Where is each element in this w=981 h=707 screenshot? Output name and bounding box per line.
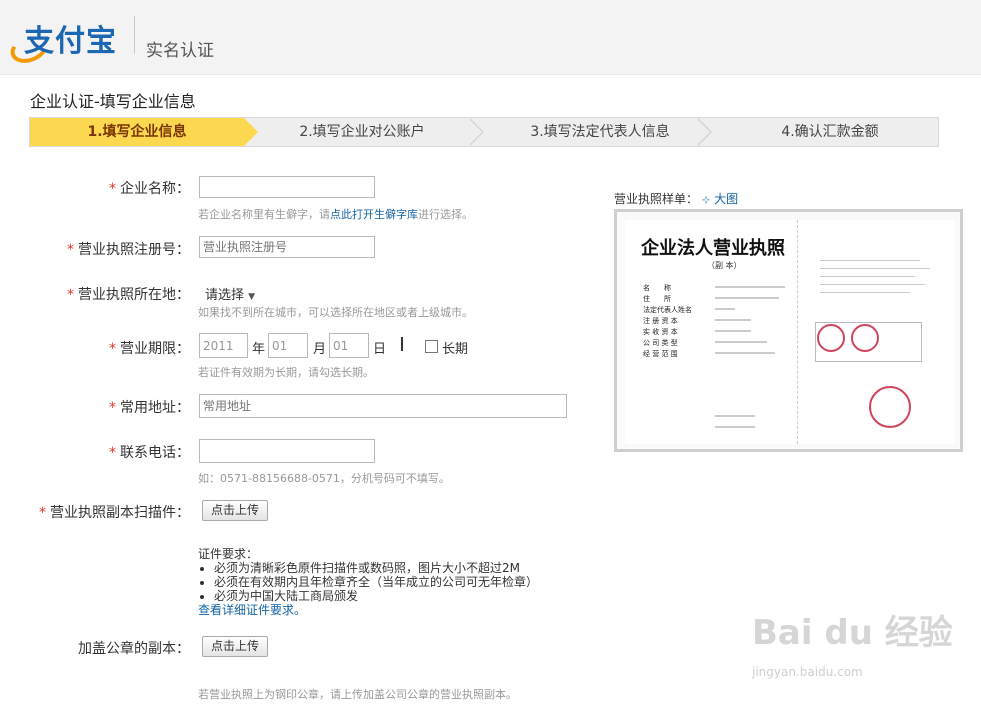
term-month-input[interactable] <box>268 333 308 358</box>
seal-stamp <box>851 324 879 352</box>
address-input[interactable] <box>199 394 567 418</box>
required-star: * <box>109 181 116 197</box>
blurred-text <box>715 426 755 428</box>
doc-row: 住 所 <box>643 295 671 303</box>
chevron-down-icon: ▼ <box>248 292 256 302</box>
scan-label: * 营业执照副本扫描件： <box>39 505 190 521</box>
stamped-copy-label: 加盖公章的副本： <box>78 641 190 657</box>
location-label: * 营业执照所在地： <box>67 287 190 303</box>
required-star: * <box>109 445 116 461</box>
blurred-text <box>820 284 925 285</box>
step-arrow-icon <box>697 119 710 145</box>
blurred-text <box>715 308 735 310</box>
blurred-text <box>715 352 775 354</box>
required-star: * <box>67 242 74 258</box>
required-star: * <box>39 505 46 521</box>
watermark-url: jingyan.baidu.com <box>752 665 863 679</box>
progress-steps: 1.填写企业信息 2.填写企业对公账户 3.填写法定代表人信息 4.确认汇款金额 <box>29 117 939 147</box>
alipay-logo[interactable]: 支付宝 <box>6 16 130 68</box>
doc-row: 名 称 <box>643 284 671 292</box>
requirement-item: 必须为中国大陆工商局颁发 <box>214 589 538 603</box>
long-term-checkbox[interactable] <box>425 340 438 353</box>
seal-stamp <box>817 324 845 352</box>
logo-text: 支付宝 <box>24 24 117 59</box>
zoom-icon: ⊹ <box>701 195 711 206</box>
company-seal-stamp <box>869 386 911 428</box>
month-unit: 月 <box>313 342 327 357</box>
long-term-label: 长期 <box>442 342 469 357</box>
top-header: 支付宝 实名认证 <box>0 0 981 75</box>
doc-title: 企业法人营业执照 <box>641 238 785 259</box>
header-divider <box>134 16 135 54</box>
company-name-hint: 若企业名称里有生僻字，请点此打开生僻字库进行选择。 <box>198 208 473 221</box>
term-day-input[interactable] <box>329 333 369 358</box>
requirements-box: 证件要求： 必须为清晰彩色原件扫描件或数码照，图片大小不超过2M 必须在有效期内… <box>198 547 538 617</box>
phone-input[interactable] <box>199 439 375 463</box>
stamped-copy-hint: 若营业执照上为钢印公章，请上传加盖公司公章的营业执照副本。 <box>198 688 517 701</box>
blurred-text <box>715 297 779 299</box>
blurred-text <box>820 276 915 277</box>
requirements-title: 证件要求： <box>198 547 259 561</box>
step-3: 3.填写法定代表人信息 <box>530 124 670 140</box>
term-hint: 若证件有效期为长期，请勾选长期。 <box>198 366 374 379</box>
blurred-text <box>715 319 751 321</box>
requirements-detail-link[interactable]: 查看详细证件要求。 <box>198 603 538 617</box>
step-1: 1.填写企业信息 <box>30 118 244 146</box>
doc-row: 公 司 类 型 <box>643 339 678 347</box>
blurred-text <box>820 260 920 261</box>
doc-row: 实 收 资 本 <box>643 328 678 336</box>
term-year-input[interactable] <box>199 333 248 358</box>
baidu-watermark: Bai du 经验 <box>752 613 953 653</box>
step-4: 4.确认汇款金额 <box>781 124 879 140</box>
requirement-item: 必须为清晰彩色原件扫描件或数码照，图片大小不超过2M <box>214 561 538 575</box>
blurred-text <box>715 330 751 332</box>
stamped-upload-button[interactable]: 点击上传 <box>202 636 269 657</box>
term-divider <box>401 337 403 351</box>
company-name-label: * 企业名称： <box>109 181 190 197</box>
step-2: 2.填写企业对公账户 <box>299 124 425 140</box>
sample-big-link[interactable]: ⊹ 大图 <box>702 192 738 206</box>
rare-char-link[interactable]: 点此打开生僻字库 <box>330 208 418 221</box>
blurred-text <box>715 415 755 417</box>
phone-label: * 联系电话： <box>109 445 190 461</box>
term-label: * 营业期限： <box>109 341 190 357</box>
required-star: * <box>67 287 74 303</box>
license-sample-doc: 企业法人营业执照 （副 本） 名 称 住 所 法定代表人姓名 注 册 资 本 实… <box>625 220 954 444</box>
company-name-input[interactable] <box>199 176 375 198</box>
blurred-text <box>820 268 930 269</box>
phone-hint: 如：0571-88156688-0571，分机号码可不填写。 <box>198 472 450 485</box>
blurred-text <box>715 286 785 288</box>
sample-image[interactable]: 企业法人营业执照 （副 本） 名 称 住 所 法定代表人姓名 注 册 资 本 实… <box>614 209 963 452</box>
day-unit: 日 <box>373 342 387 357</box>
required-star: * <box>109 341 116 357</box>
step-arrow-icon <box>244 118 258 146</box>
page-title: 企业认证-填写企业信息 <box>30 92 196 111</box>
doc-row: 法定代表人姓名 <box>643 306 692 314</box>
header-title: 实名认证 <box>146 41 214 61</box>
doc-row: 注 册 资 本 <box>643 317 678 325</box>
doc-row: 经 营 范 围 <box>643 350 678 358</box>
doc-subtitle: （副 本） <box>707 261 742 270</box>
location-hint: 如果找不到所在城市，可以选择所在地区或者上级城市。 <box>198 306 473 319</box>
step-arrow-icon <box>469 119 482 145</box>
scan-upload-button[interactable]: 点击上传 <box>202 500 269 521</box>
blurred-text <box>820 292 910 293</box>
required-star: * <box>109 400 116 416</box>
year-unit: 年 <box>252 342 266 357</box>
reg-number-input[interactable] <box>199 236 375 258</box>
location-select[interactable]: 请选择 ▼ <box>205 284 255 303</box>
page-fold <box>797 220 799 444</box>
requirement-item: 必须在有效期内且年检章齐全（当年成立的公司可无年检章） <box>214 575 538 589</box>
address-label: * 常用地址： <box>109 400 190 416</box>
blurred-text <box>715 341 767 343</box>
sample-label: 营业执照样单： ⊹ 大图 <box>614 192 739 206</box>
reg-number-label: * 营业执照注册号： <box>67 242 190 258</box>
